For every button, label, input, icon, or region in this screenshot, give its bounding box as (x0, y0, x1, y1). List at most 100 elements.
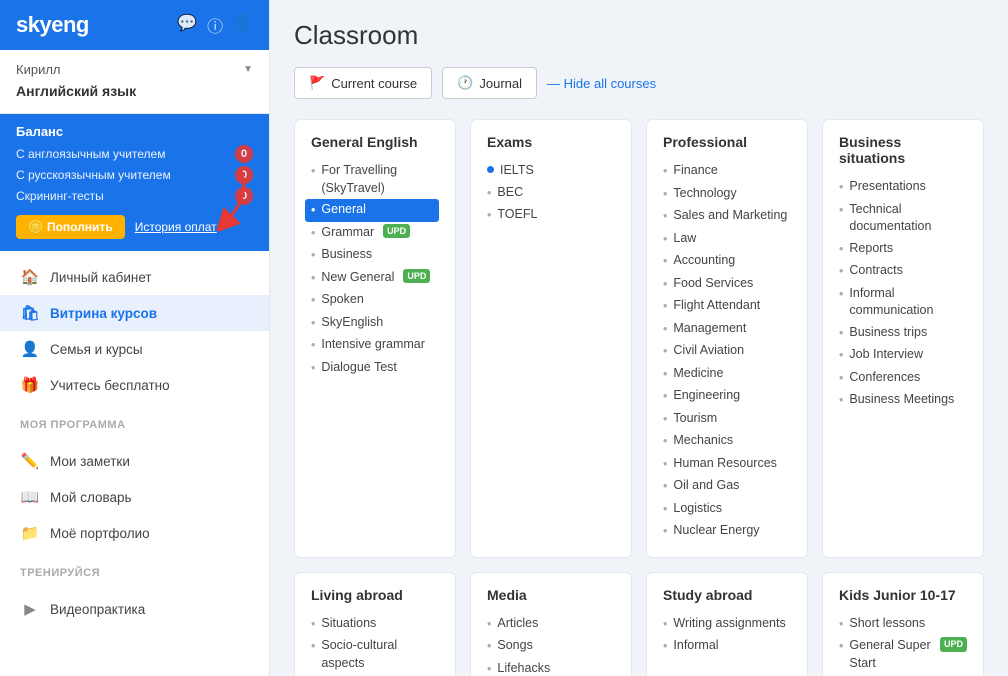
balance-box: Баланс С англоязычным учителем 0 С русск… (0, 114, 269, 251)
list-item[interactable]: Reports (839, 238, 967, 261)
list-item[interactable]: Sales and Marketing (663, 205, 791, 228)
card-title: Kids Junior 10-17 (839, 587, 967, 603)
journal-button[interactable]: 🕐 Journal (442, 67, 537, 99)
list-item[interactable]: Short lessons (839, 613, 967, 636)
list-item[interactable]: Contracts (839, 260, 967, 283)
page-title: Classroom (294, 20, 984, 51)
list-item[interactable]: SkyEnglish (311, 312, 439, 335)
list-item[interactable]: Business Meetings (839, 389, 967, 412)
user-dropdown[interactable]: Кирилл ▼ (16, 58, 253, 81)
list-item[interactable]: TOEFL (487, 204, 615, 227)
item-label: Law (673, 230, 696, 248)
card-title: General English (311, 134, 439, 150)
card-title: Media (487, 587, 615, 603)
balance-row3-label: Скрининг-тесты (16, 189, 104, 203)
card-title: Exams (487, 134, 615, 150)
list-item[interactable]: Law (663, 228, 791, 251)
practice-label: ТРЕНИРУЙСЯ (0, 559, 269, 583)
history-button[interactable]: История оплат (135, 220, 217, 234)
list-item[interactable]: Articles (487, 613, 615, 636)
balance-actions: 🪙 Пополнить История оплат (16, 215, 253, 239)
list-item[interactable]: For Travelling (SkyTravel) (311, 160, 439, 199)
list-item[interactable]: Business trips (839, 322, 967, 345)
card-title: Business situations (839, 134, 967, 166)
topup-button[interactable]: 🪙 Пополнить (16, 215, 125, 239)
sidebar-item-courses[interactable]: 🛍 Витрина курсов (0, 295, 269, 331)
list-item[interactable]: Intensive grammar (311, 334, 439, 357)
list-item[interactable]: Finance (663, 160, 791, 183)
list-item[interactable]: Technical documentation (839, 199, 967, 238)
list-item[interactable]: Presentations (839, 176, 967, 199)
list-item[interactable]: Informal communication (839, 283, 967, 322)
list-item[interactable]: New GeneralUPD (311, 267, 439, 290)
list-item[interactable]: Accounting (663, 250, 791, 273)
list-item[interactable]: Nuclear Energy (663, 520, 791, 543)
sidebar-item-label: Учитесь бесплатно (50, 378, 170, 393)
sidebar-item-label: Витрина курсов (50, 306, 157, 321)
list-item[interactable]: Technology (663, 183, 791, 206)
item-label: BEC (497, 184, 523, 202)
list-item[interactable]: GrammarUPD (311, 222, 439, 245)
chat-icon[interactable]: 💬 (177, 13, 197, 37)
hide-all-link[interactable]: — Hide all courses (547, 76, 656, 91)
list-item[interactable]: BEC (487, 182, 615, 205)
item-label: Engineering (673, 387, 740, 405)
card-title: Professional (663, 134, 791, 150)
sidebar-item-portfolio[interactable]: 📁 Моё портфолио (0, 515, 269, 551)
list-item[interactable]: Writing assignments (663, 613, 791, 636)
card-list: Writing assignments Informal (663, 613, 791, 658)
list-item[interactable]: General Super StartUPD (839, 635, 967, 674)
list-item[interactable]: Logistics (663, 498, 791, 521)
main-content: Classroom 🚩 Current course 🕐 Journal — H… (270, 0, 1008, 676)
item-label: Situations (321, 615, 376, 633)
list-item[interactable]: Human Resources (663, 453, 791, 476)
list-item[interactable]: Food Services (663, 273, 791, 296)
sidebar-item-free[interactable]: 🎁 Учитесь бесплатно (0, 367, 269, 403)
item-label: Writing assignments (673, 615, 785, 633)
list-item[interactable]: Job Interview (839, 344, 967, 367)
sidebar-item-personal[interactable]: 🏠 Личный кабинет (0, 259, 269, 295)
sidebar-item-notes[interactable]: ✏️ Мои заметки (0, 443, 269, 479)
sidebar-item-vocab[interactable]: 📖 Мой словарь (0, 479, 269, 515)
language-label: Английский язык (16, 81, 253, 105)
user-icon[interactable]: 👤 (233, 13, 253, 37)
list-item[interactable]: Spoken (311, 289, 439, 312)
list-item[interactable]: Mechanics (663, 430, 791, 453)
list-item[interactable]: Songs (487, 635, 615, 658)
list-item[interactable]: Socio-cultural aspects (311, 635, 439, 674)
list-item[interactable]: Oil and Gas (663, 475, 791, 498)
list-item[interactable]: Lifehacks (487, 658, 615, 676)
item-label: Medicine (673, 365, 723, 383)
list-item[interactable]: Situations (311, 613, 439, 636)
item-label: Songs (497, 637, 532, 655)
item-label: Conferences (849, 369, 920, 387)
list-item[interactable]: Tourism (663, 408, 791, 431)
logo-sky: sky (16, 12, 51, 37)
list-item[interactable]: Business (311, 244, 439, 267)
logo[interactable]: skyeng (16, 12, 89, 38)
list-item[interactable]: Civil Aviation (663, 340, 791, 363)
list-item[interactable]: Dialogue Test (311, 357, 439, 380)
toolbar: 🚩 Current course 🕐 Journal — Hide all co… (294, 67, 984, 99)
item-label: Technical documentation (849, 201, 967, 236)
list-item[interactable]: Informal (663, 635, 791, 658)
coin-icon: 🪙 (28, 220, 43, 234)
list-item[interactable]: Flight Attendant (663, 295, 791, 318)
sidebar-item-family[interactable]: 👤 Семья и курсы (0, 331, 269, 367)
list-item[interactable]: Engineering (663, 385, 791, 408)
item-label: Sales and Marketing (673, 207, 787, 225)
list-item[interactable]: General (305, 199, 439, 222)
list-item[interactable]: Medicine (663, 363, 791, 386)
sidebar-item-label: Видеопрактика (50, 602, 145, 617)
sidebar-item-video[interactable]: ▶ Видеопрактика (0, 591, 269, 627)
help-icon[interactable]: ⓘ (207, 13, 223, 37)
list-item[interactable]: Conferences (839, 367, 967, 390)
item-label: Reports (849, 240, 893, 258)
item-label: Logistics (673, 500, 722, 518)
family-icon: 👤 (20, 340, 40, 358)
item-label: Nuclear Energy (673, 522, 759, 540)
list-item[interactable]: Management (663, 318, 791, 341)
current-course-button[interactable]: 🚩 Current course (294, 67, 432, 99)
list-item[interactable]: IELTS (487, 160, 615, 182)
notes-icon: ✏️ (20, 452, 40, 470)
